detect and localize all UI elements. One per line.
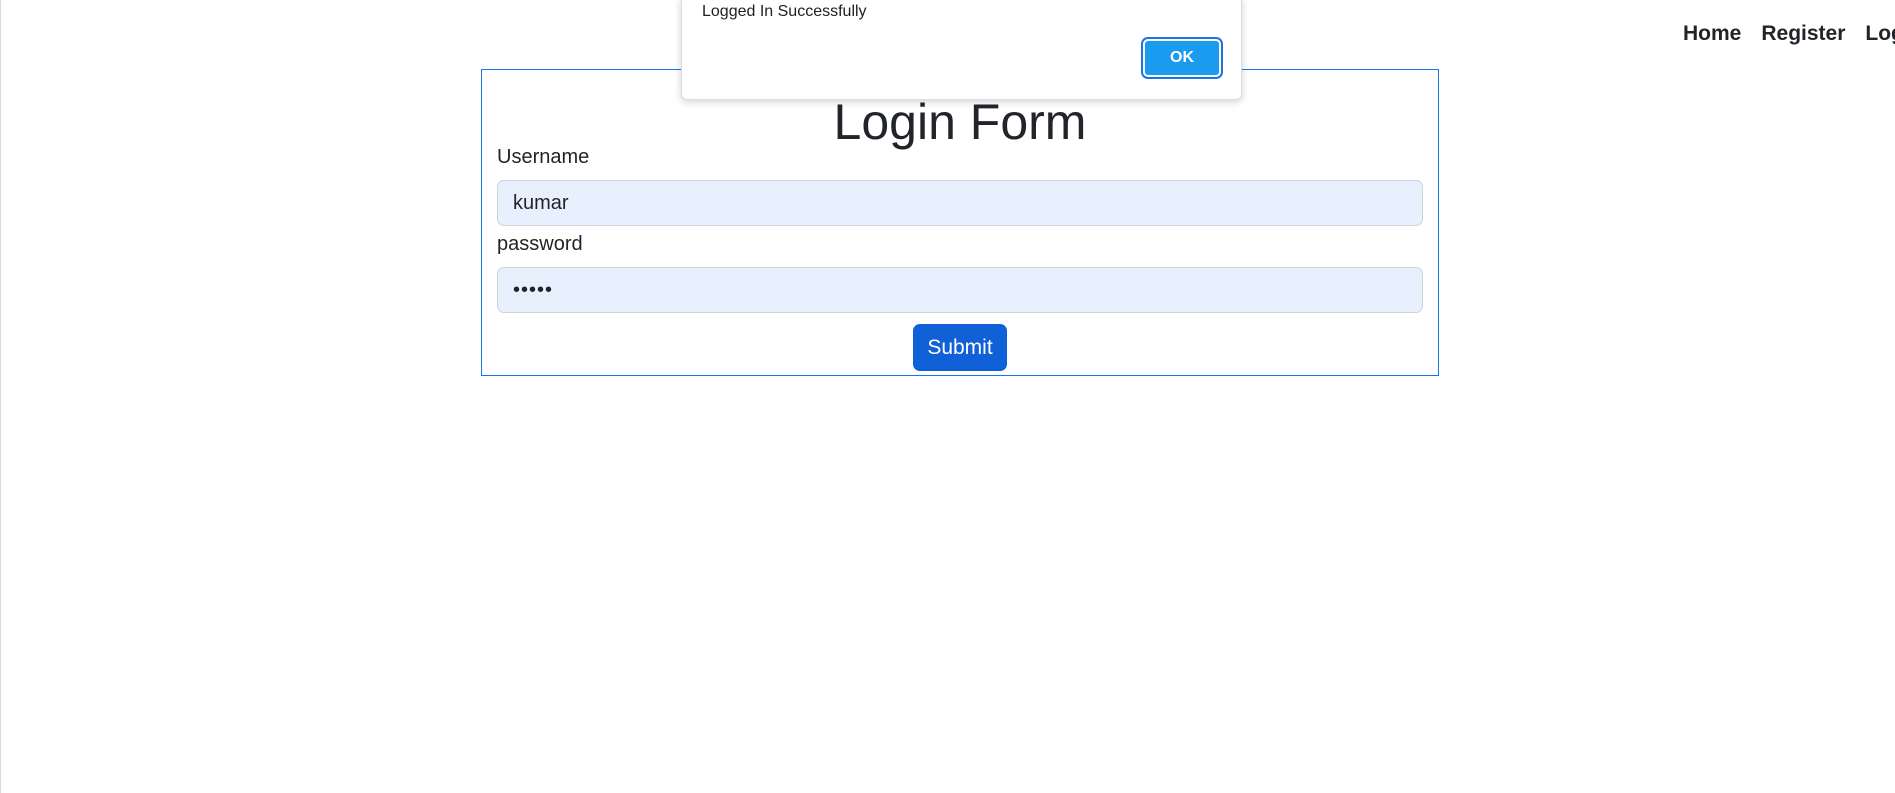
nav-link-register[interactable]: Register [1761, 22, 1845, 46]
password-input[interactable] [497, 267, 1423, 313]
alert-message: Logged In Successfully [702, 3, 867, 20]
alert-dialog: Logged In Successfully OK [681, 0, 1242, 100]
page: Home Register Logi Login Form Username p… [0, 0, 1895, 793]
submit-button[interactable]: Submit [913, 324, 1007, 371]
window-left-edge [0, 0, 1, 793]
nav-link-home[interactable]: Home [1683, 22, 1741, 46]
top-navigation: Home Register Logi [1683, 22, 1895, 46]
username-label: Username [497, 146, 590, 168]
login-form: Login Form Username password Submit [481, 69, 1439, 376]
password-label: password [497, 233, 583, 255]
form-title: Login Form [833, 94, 1087, 150]
nav-link-login[interactable]: Logi [1865, 22, 1895, 46]
username-input[interactable] [497, 180, 1423, 226]
alert-ok-button[interactable]: OK [1143, 39, 1221, 77]
